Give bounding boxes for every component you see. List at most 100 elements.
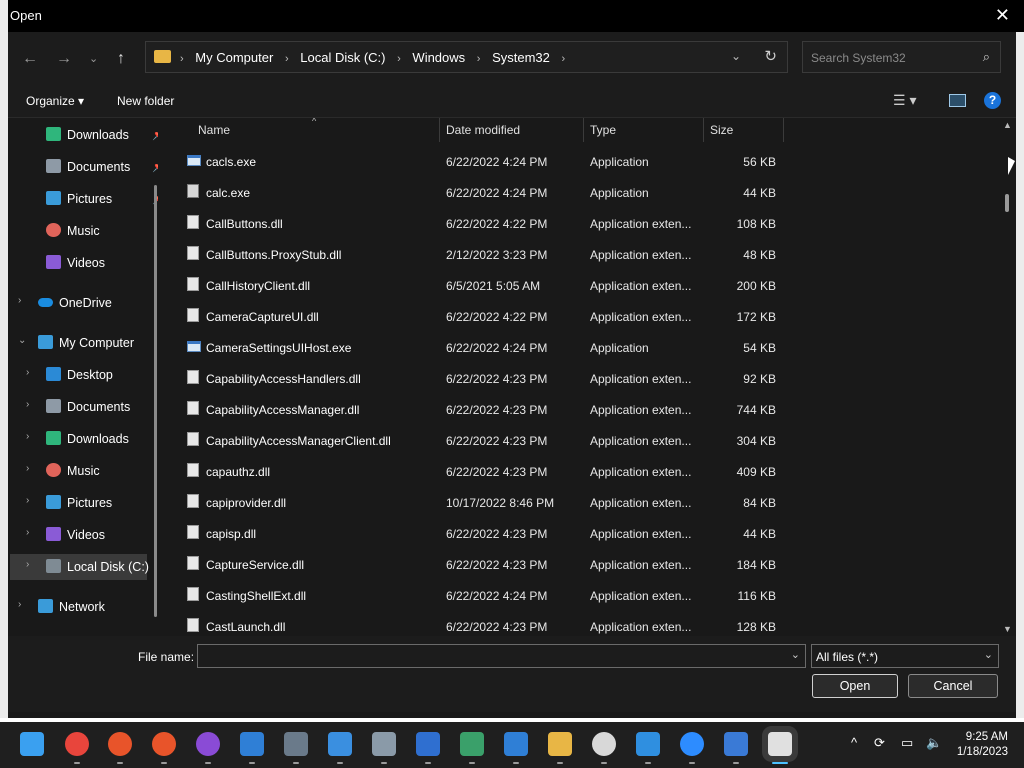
sync-icon[interactable]: ⟳ [874, 735, 885, 751]
maps-icon[interactable] [460, 732, 484, 756]
breadcrumb-local-disk[interactable]: Local Disk (C:) [300, 50, 385, 65]
chevron-right-icon[interactable]: › [285, 53, 289, 65]
chevron-down-icon[interactable]: ⌄ [18, 335, 26, 346]
media-player-icon[interactable] [416, 732, 440, 756]
column-divider[interactable] [583, 118, 584, 142]
chevron-right-icon[interactable]: › [180, 53, 184, 65]
chevron-right-icon[interactable]: › [26, 495, 29, 506]
sidebar-item-videos[interactable]: › Videos [26, 523, 156, 547]
file-type-select[interactable]: All files (*.*) ⌄ [811, 644, 999, 668]
file-row[interactable]: capisp.dll 6/22/2022 4:23 PM Application e… [166, 517, 784, 548]
chevron-right-icon[interactable]: › [562, 53, 566, 65]
column-header-size[interactable]: Size [710, 123, 733, 147]
search-box[interactable]: ⌕ [802, 41, 1001, 73]
file-row[interactable]: capauthz.dll 6/22/2022 4:23 PM Application… [166, 455, 784, 486]
calendar-icon[interactable] [504, 732, 528, 756]
settings-icon[interactable] [372, 732, 396, 756]
file-row[interactable]: CallButtons.ProxyStub.dll 2/12/2022 3:23 … [166, 238, 784, 269]
chevron-right-icon[interactable]: › [26, 463, 29, 474]
sidebar-item-local-disk[interactable]: › Local Disk (C:) [10, 554, 149, 580]
start-icon[interactable] [20, 732, 44, 756]
arrow-right-icon[interactable]: → [56, 50, 72, 68]
chevron-right-icon[interactable]: › [26, 527, 29, 538]
file-list-scrollbar[interactable]: ▲ ▼ [1002, 118, 1014, 636]
arrow-left-icon[interactable]: ← [22, 50, 38, 68]
app-x-icon[interactable] [152, 732, 176, 756]
search-input[interactable] [809, 48, 973, 68]
file-row[interactable]: CastLaunch.dll 6/22/2022 4:23 PM Applicati… [166, 610, 784, 636]
new-folder-button[interactable]: New folder [117, 94, 174, 108]
github-icon[interactable] [196, 732, 220, 756]
app-blue-icon[interactable] [724, 732, 748, 756]
sidebar-item-videos-quick[interactable]: Videos [26, 251, 156, 275]
chevron-right-icon[interactable]: › [26, 399, 29, 410]
column-header-type[interactable]: Type [590, 123, 616, 147]
chevron-right-icon[interactable]: › [26, 559, 29, 570]
app-x-icon[interactable] [108, 732, 132, 756]
file-row[interactable]: CaptureService.dll 6/22/2022 4:23 PM Appli… [166, 548, 784, 579]
sidebar-item-downloads[interactable]: › Downloads [26, 427, 156, 451]
column-header-name[interactable]: Name [198, 123, 230, 147]
sidebar-item-music[interactable]: › Music [26, 459, 156, 483]
sidebar-item-documents[interactable]: › Documents [26, 395, 156, 419]
chevron-right-icon[interactable]: › [26, 431, 29, 442]
file-row[interactable]: cacls.exe 6/22/2022 4:24 PM Application 56 … [166, 145, 784, 176]
preview-pane-icon[interactable] [949, 94, 966, 107]
refresh-icon[interactable]: ↻ [764, 47, 777, 65]
network-status-icon[interactable]: ▭ [901, 735, 913, 751]
column-divider[interactable] [783, 118, 784, 142]
sidebar-item-downloads-quick[interactable]: Downloads 📌 [26, 123, 158, 147]
view-options-icon[interactable]: ☰ ▾ [893, 92, 916, 109]
sidebar-item-my-computer[interactable]: ⌄ My Computer [18, 331, 156, 355]
file-explorer-icon[interactable] [548, 732, 572, 756]
chevron-down-icon[interactable]: ⌄ [791, 648, 800, 661]
sidebar-scrollbar[interactable] [154, 185, 157, 617]
chevron-right-icon[interactable]: › [477, 53, 481, 65]
sidebar-item-onedrive[interactable]: › OneDrive [18, 291, 156, 315]
file-row[interactable]: calc.exe 6/22/2022 4:24 PM Application 44 K… [166, 176, 784, 207]
column-divider[interactable] [703, 118, 704, 142]
chrome-icon[interactable] [65, 732, 89, 756]
scroll-up-icon[interactable]: ▲ [1003, 120, 1012, 130]
system-clock[interactable]: 9:25 AM 1/18/2023 [950, 730, 1008, 760]
clock-app-icon[interactable] [592, 732, 616, 756]
file-name-combobox[interactable]: ⌄ [197, 644, 806, 668]
vscode-icon[interactable] [636, 732, 660, 756]
mail-icon[interactable] [240, 732, 264, 756]
active-app-icon[interactable] [768, 732, 792, 756]
breadcrumb-system32[interactable]: System32 [492, 50, 550, 65]
address-bar[interactable]: › My Computer › Local Disk (C:) › Window… [145, 41, 788, 73]
file-row[interactable]: CastingShellExt.dll 6/22/2022 4:24 PM Appl… [166, 579, 784, 610]
chevron-right-icon[interactable]: › [18, 599, 21, 610]
organize-button[interactable]: Organize ▾ [26, 94, 84, 108]
file-name-field[interactable] [202, 648, 776, 666]
breadcrumb-windows[interactable]: Windows [412, 50, 465, 65]
file-row[interactable]: CameraCaptureUI.dll 6/22/2022 4:22 PM Appl… [166, 300, 784, 331]
sidebar-item-pictures-quick[interactable]: Pictures 📌 [26, 187, 158, 211]
file-row[interactable]: capiprovider.dll 10/17/2022 8:46 PM Applic… [166, 486, 784, 517]
sidebar-item-music-quick[interactable]: Music [26, 219, 156, 243]
file-row[interactable]: CallButtons.dll 6/22/2022 4:22 PM Applicat… [166, 207, 784, 238]
file-row[interactable]: CapabilityAccessManagerClient.dll 6/22/20… [166, 424, 784, 455]
address-history-chevron-icon[interactable]: ⌄ [731, 49, 741, 63]
file-row[interactable]: CallHistoryClient.dll 6/5/2021 5:05 AM App… [166, 269, 784, 300]
file-row[interactable]: CapabilityAccessHandlers.dll 6/22/2022 4:… [166, 362, 784, 393]
sidebar-item-pictures[interactable]: › Pictures [26, 491, 156, 515]
breadcrumb-my-computer[interactable]: My Computer [195, 50, 273, 65]
chevron-right-icon[interactable]: › [26, 367, 29, 378]
chevron-down-icon[interactable]: ⌄ [89, 52, 98, 65]
arrow-up-icon[interactable]: ↑ [117, 50, 125, 68]
close-icon[interactable]: ✕ [995, 5, 1010, 26]
open-button[interactable]: Open [812, 674, 898, 698]
scroll-down-icon[interactable]: ▼ [1003, 624, 1012, 634]
scrollbar-thumb[interactable] [1005, 194, 1009, 212]
calculator-icon[interactable] [284, 732, 308, 756]
notepad-icon[interactable] [328, 732, 352, 756]
zoom-icon[interactable] [680, 732, 704, 756]
chevron-right-icon[interactable]: › [18, 295, 21, 306]
column-header-date[interactable]: Date modified [446, 123, 520, 147]
column-divider[interactable] [439, 118, 440, 142]
volume-icon[interactable]: 🔈 [926, 735, 942, 751]
sidebar-item-documents-quick[interactable]: Documents 📌 [26, 155, 158, 179]
cancel-button[interactable]: Cancel [908, 674, 998, 698]
